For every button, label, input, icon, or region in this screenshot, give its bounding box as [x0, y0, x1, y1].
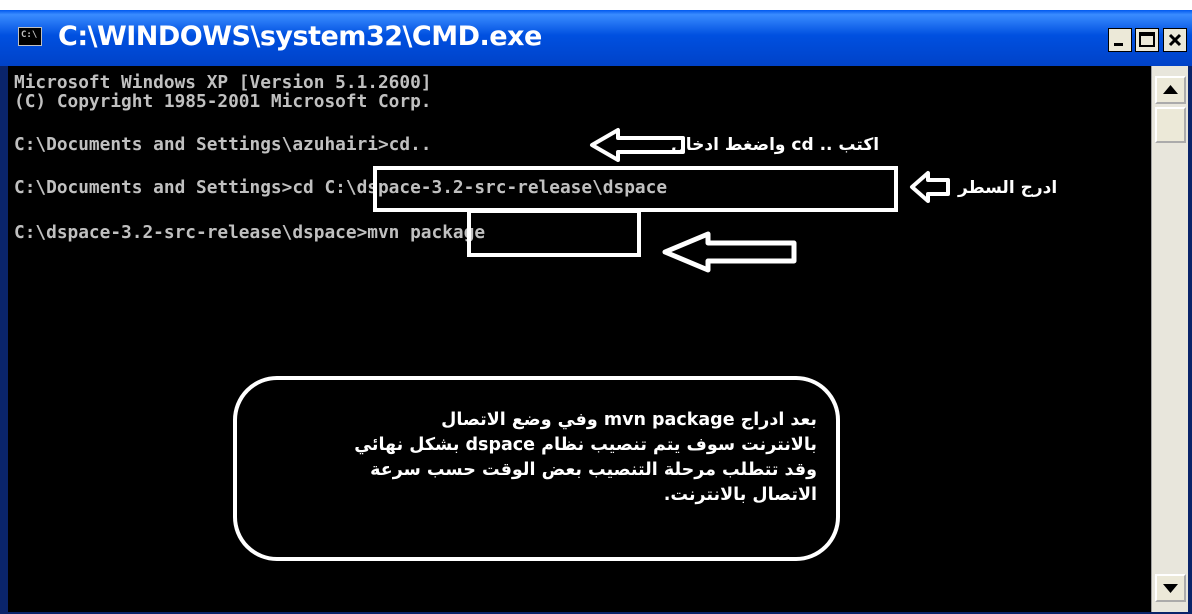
maximize-button[interactable] — [1135, 28, 1159, 52]
callout-line: الاتصال بالانترنت. — [663, 485, 817, 505]
minimize-icon — [1114, 43, 1123, 46]
console-output[interactable]: Microsoft Windows XP [Version 5.1.2600] … — [8, 66, 1151, 612]
note-type-cd: اكتب .. cd واضغط ادخال — [671, 135, 880, 155]
title-bar[interactable]: C:\ C:\WINDOWS\system32\CMD.exe — [0, 10, 1192, 66]
console-line: C:\dspace-3.2-src-release\dspace>mvn pac… — [14, 222, 486, 243]
callout-line: بعد ادراج mvn package وفي وضع الاتصال — [441, 410, 817, 430]
left-arrow-icon — [662, 231, 797, 273]
down-arrow-icon — [1163, 584, 1178, 593]
close-icon — [1168, 33, 1182, 47]
cmd-app-icon[interactable]: C:\ — [18, 27, 42, 46]
vertical-scrollbar[interactable] — [1151, 66, 1188, 612]
scroll-down-button[interactable] — [1155, 574, 1186, 602]
left-arrow-icon — [910, 171, 950, 203]
highlight-box-mvn-package — [467, 209, 641, 257]
highlight-box-cd-command — [373, 166, 898, 212]
console-line: C:\Documents and Settings\azuhairi>cd.. — [14, 134, 432, 155]
cmd-window: C:\ C:\WINDOWS\system32\CMD.exe Microsof… — [0, 10, 1192, 614]
callout-line: بالانترنت سوف يتم تنصيب نظام dspace بشكل… — [354, 435, 817, 455]
app-icon-text: C:\ — [21, 30, 38, 40]
up-arrow-icon — [1163, 85, 1178, 94]
info-callout: بعد ادراج mvn package وفي وضع الاتصال با… — [233, 376, 840, 561]
scrollbar-thumb[interactable] — [1155, 107, 1186, 143]
callout-line: وقد تتطلب مرحلة التنصيب بعض الوقت حسب سر… — [370, 460, 817, 480]
window-title: C:\WINDOWS\system32\CMD.exe — [58, 21, 542, 52]
scroll-up-button[interactable] — [1155, 76, 1186, 104]
maximize-icon — [1139, 32, 1155, 47]
close-button[interactable] — [1163, 28, 1187, 52]
console-line: (C) Copyright 1985-2001 Microsoft Corp. — [14, 91, 432, 112]
callout-text: بعد ادراج mvn package وفي وضع الاتصال با… — [257, 408, 817, 508]
console-line: Microsoft Windows XP [Version 5.1.2600] — [14, 72, 432, 93]
minimize-button[interactable] — [1108, 28, 1132, 52]
note-insert-line: ادرج السطر — [958, 178, 1058, 198]
